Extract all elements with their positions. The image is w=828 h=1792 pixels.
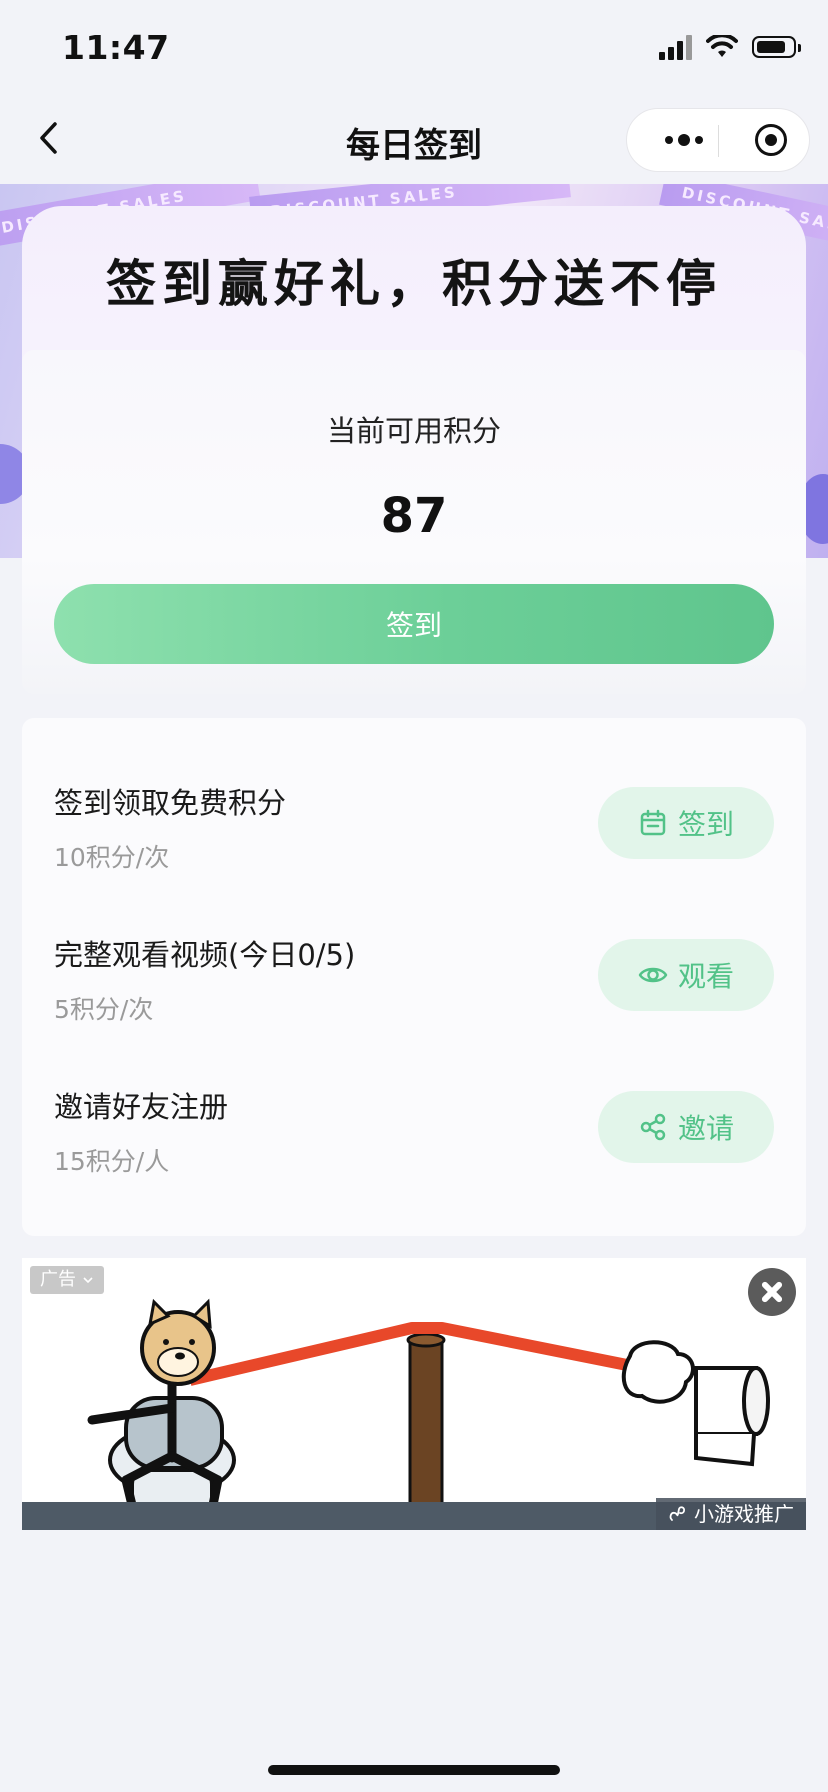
nav-bar: 每日签到 xyxy=(0,96,828,184)
cellular-signal-icon xyxy=(659,34,692,60)
mini-program-capsule xyxy=(626,108,810,172)
banner-slogan: 签到赢好礼，积分送不停 xyxy=(106,255,722,313)
task-title: 完整观看视频(今日0/5) xyxy=(54,938,356,972)
mini-game-promo-label: 小游戏推广 xyxy=(694,1502,794,1526)
status-time: 11:47 xyxy=(62,28,170,67)
task-reward: 15积分/人 xyxy=(54,1147,170,1176)
battery-icon xyxy=(752,36,801,58)
share-icon xyxy=(640,1113,666,1141)
status-icons xyxy=(659,34,801,60)
points-card: 当前可用积分 87 签到 xyxy=(22,350,806,694)
chevron-down-icon xyxy=(83,1277,93,1284)
eye-icon xyxy=(638,967,668,983)
capsule-divider xyxy=(718,125,719,157)
ad-tag[interactable]: 广告 xyxy=(30,1266,104,1294)
task-button-label: 邀请 xyxy=(677,1112,734,1145)
task-reward: 10积分/次 xyxy=(54,843,170,872)
ad-banner[interactable]: 广告 小游戏推广 xyxy=(22,1258,806,1530)
task-watch-button[interactable]: 观看 xyxy=(598,939,774,1011)
task-sign-in-button[interactable]: 签到 xyxy=(598,787,774,859)
sign-in-button[interactable]: 签到 xyxy=(54,584,774,664)
task-invite-button[interactable]: 邀请 xyxy=(598,1091,774,1163)
task-button-label: 观看 xyxy=(677,960,734,993)
mini-program-icon xyxy=(669,1506,686,1521)
task-item-watch-video: 完整观看视频(今日0/5) 5积分/次 观看 xyxy=(22,932,806,1062)
ad-tag-label: 广告 xyxy=(40,1269,76,1290)
ad-game-illustration xyxy=(87,1298,770,1530)
points-label: 当前可用积分 xyxy=(326,414,501,448)
close-mini-program-icon[interactable] xyxy=(755,124,787,156)
tasks-card: 签到领取免费积分 10积分/次 签到 完整观看视频(今日0/5) 5积分/次 观… xyxy=(22,718,806,1236)
task-title: 签到领取免费积分 xyxy=(54,786,287,820)
points-value: 87 xyxy=(380,488,448,544)
wifi-icon xyxy=(706,35,738,57)
task-button-label: 签到 xyxy=(677,808,734,841)
home-indicator xyxy=(268,1765,560,1775)
status-bar: 11:47 xyxy=(0,0,828,96)
calendar-icon xyxy=(640,809,666,836)
task-item-invite: 邀请好友注册 15积分/人 邀请 xyxy=(22,1084,806,1214)
mini-game-promo: 小游戏推广 xyxy=(656,1498,806,1530)
ad-close-button[interactable] xyxy=(748,1268,796,1316)
task-reward: 5积分/次 xyxy=(54,995,154,1024)
task-title: 邀请好友注册 xyxy=(54,1090,229,1124)
more-options-icon[interactable] xyxy=(649,109,719,171)
task-item-sign-in: 签到领取免费积分 10积分/次 签到 xyxy=(22,780,806,910)
